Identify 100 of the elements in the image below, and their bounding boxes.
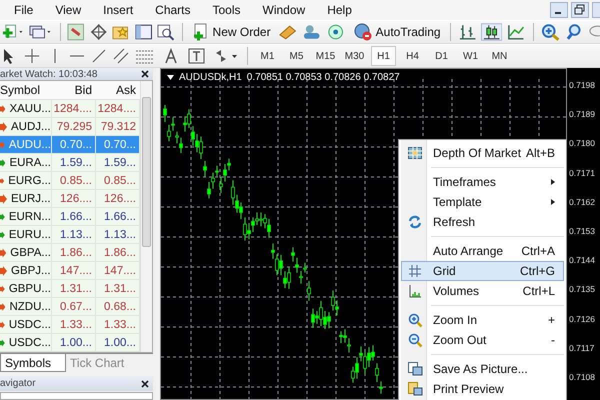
volume-bars-icon [408, 284, 422, 298]
menu-item[interactable]: Window [252, 3, 316, 17]
symbol-row[interactable]: EURA... 1.59... 1.59... [0, 154, 140, 172]
candle-chart-icon[interactable] [480, 23, 502, 41]
table-cell: XAUU... [0, 100, 52, 117]
picture-icon [408, 362, 422, 376]
minimize-icon[interactable] [550, 2, 568, 18]
menu-item[interactable]: Depth Of Market Alt+B [401, 143, 564, 163]
timeframe-button[interactable]: H1 [371, 46, 396, 66]
dropdown-icon[interactable] [167, 75, 174, 80]
symbol-row[interactable]: USDC... 1.00... 1.00... [0, 334, 140, 352]
menu-item[interactable]: Tools [202, 3, 252, 17]
search-chart-icon[interactable] [156, 23, 176, 41]
table-cell: GBPJ... [0, 262, 52, 279]
price-label: 0.7162 [568, 196, 596, 209]
menu-item[interactable]: Save As Picture... [401, 359, 564, 379]
price-label: 0.7180 [568, 137, 596, 150]
crosshair-target-icon[interactable] [88, 23, 108, 41]
menu-item[interactable]: Print Preview [401, 379, 564, 399]
menu-item[interactable]: Help [316, 3, 363, 17]
candlestick [163, 104, 167, 122]
crosshair-icon[interactable] [22, 47, 42, 65]
price-label: 0.7153 [568, 224, 596, 238]
new-order-button[interactable]: New Order [188, 23, 274, 41]
table-cell: 1.33... [52, 316, 96, 333]
column-header[interactable]: Bid [52, 83, 96, 97]
print-preview-icon [408, 382, 422, 396]
trendline-icon[interactable] [90, 47, 108, 65]
scrollbar[interactable] [140, 81, 152, 352]
symbol-row[interactable]: AUDJ... 79.295 79.312 [0, 118, 140, 136]
menu-item[interactable]: Insert [92, 3, 144, 17]
column-header[interactable]: Ask [96, 83, 140, 97]
grid-icon [408, 264, 422, 278]
symbol-row[interactable]: GBPU... 1.31... 1.31... [0, 280, 140, 298]
table-cell: 1.86... [52, 244, 96, 261]
symbol-row[interactable]: USDC... 1.33... 1.33... [0, 316, 140, 334]
autotrading-button[interactable]: AutoTrading [350, 23, 444, 41]
candlestick [307, 280, 311, 302]
symbol-row[interactable]: EURN... 1.66... 1.66... [0, 208, 140, 226]
timeframe-button[interactable]: M30 [342, 46, 367, 66]
price-label: 0.7135 [568, 283, 596, 296]
table-cell: 0.70... [52, 136, 96, 153]
price-label: 0.7144 [568, 254, 596, 268]
panel-title: avigator [0, 378, 36, 389]
symbol-row[interactable]: EURJ... 126.... 126.... [0, 190, 140, 208]
timeframe-button[interactable]: M1 [255, 46, 280, 66]
table-cell: 1.31... [52, 280, 96, 297]
price-label: 0.7117 [568, 342, 596, 355]
timeframe-button[interactable]: W1 [458, 46, 483, 66]
symbol-row[interactable]: NZDU... 0.67... 0.68... [0, 298, 140, 316]
table-cell: 0.67... [52, 298, 96, 315]
table-cell: GBPU... [0, 280, 52, 297]
chart-quote: 0.70851 0.70853 0.70826 0.70827 [246, 72, 400, 83]
table-icon [408, 147, 422, 159]
menu-item[interactable]: File [6, 3, 44, 17]
price-label: 0.7108 [568, 370, 596, 384]
panel-title: arket Watch: 10:03:48 [0, 68, 98, 80]
window-icon[interactable] [134, 23, 154, 41]
restore-icon[interactable] [571, 2, 589, 18]
price-label: 0.7198 [568, 79, 596, 92]
zoom-in-icon[interactable] [540, 23, 561, 41]
line-chart-icon[interactable] [505, 23, 527, 41]
zoom-out-icon [408, 332, 422, 348]
menu-item[interactable]: Charts [144, 3, 202, 17]
table-cell: 1284.... [52, 100, 96, 117]
menu-item[interactable]: Timeframes [401, 172, 564, 192]
table-cell: EURU... [0, 226, 52, 243]
timeframe-button[interactable]: H4 [400, 46, 425, 66]
menu-item[interactable]: Template [401, 192, 564, 212]
table-cell: GBPA... [0, 244, 52, 261]
timeframe-button[interactable]: M5 [284, 46, 309, 66]
symbol-row[interactable]: XAUU... 1284.... 1284.... [0, 100, 140, 118]
symbol-row[interactable]: GBPA... 1.86... 1.86... [0, 244, 140, 262]
menu-item[interactable]: Refresh [401, 212, 564, 232]
table-cell: USDC... [0, 316, 52, 333]
menu-item[interactable]: View [44, 3, 92, 17]
submenu-arrow-icon [551, 179, 555, 185]
table-cell: 1.59... [52, 154, 96, 171]
price-label: 0.7126 [568, 312, 596, 326]
timeframe-button[interactable]: MN [487, 46, 512, 66]
channel-icon[interactable] [112, 47, 130, 65]
table-cell: 79.295 [52, 118, 96, 135]
table-cell: 1.00... [52, 334, 96, 351]
menu-item[interactable]: Zoom In + [401, 310, 564, 330]
timeframe-button[interactable]: D1 [429, 46, 454, 66]
menu-item[interactable]: Grid Ctrl+G [401, 261, 564, 281]
column-header[interactable]: Symbol [0, 83, 52, 97]
menu-item[interactable]: Zoom Out - [401, 330, 564, 350]
table-cell: EURA... [0, 154, 52, 171]
symbol-row[interactable]: GBPJ... 147.... 147.... [0, 262, 140, 280]
zoom-in-icon [408, 312, 422, 328]
table-cell: AUDJ... [0, 118, 52, 135]
timeframe-button[interactable]: M15 [313, 46, 338, 66]
menu-item[interactable]: Volumes Ctrl+L [401, 281, 564, 301]
price-label: 0.7189 [568, 108, 596, 122]
table-cell: USDC... [0, 334, 52, 351]
panel-tab[interactable]: Symbols [0, 354, 66, 372]
menu-item[interactable]: Auto Arrange Ctrl+A [401, 241, 564, 261]
symbol-row[interactable]: EURG... 0.85... 0.85... [0, 172, 140, 190]
symbol-row[interactable]: EURU... 1.13... 1.13... [0, 226, 140, 244]
